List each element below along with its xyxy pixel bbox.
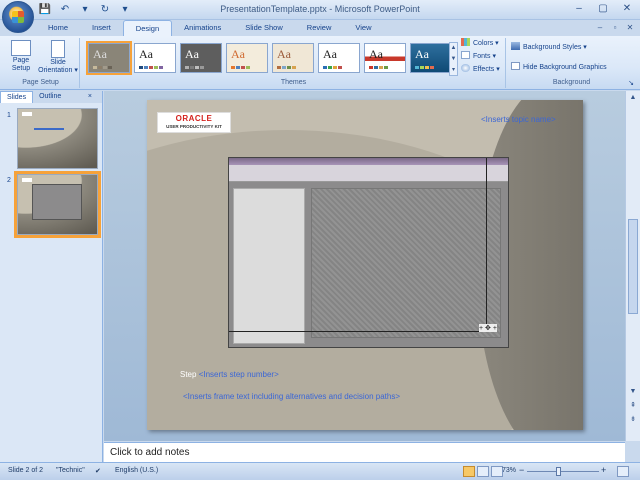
office-button[interactable] xyxy=(2,1,34,33)
title-bar: 💾 ↶ ▾ ↻ ▾ PresentationTemplate.pptx - Mi… xyxy=(0,0,640,20)
minimize-button[interactable]: – xyxy=(568,2,590,17)
colors-button[interactable]: Colors ▾ xyxy=(461,38,499,50)
ribbon-tabs: Home Insert Design Animations Slide Show… xyxy=(36,20,384,36)
doc-close-button[interactable]: ✕ xyxy=(624,22,636,33)
slides-panel: Slides Outline × 1 2 xyxy=(0,91,103,462)
zoom-slider-knob[interactable] xyxy=(556,467,561,476)
colors-icon xyxy=(461,38,470,46)
maximize-button[interactable]: ▢ xyxy=(592,2,614,17)
tab-insert[interactable]: Insert xyxy=(80,20,123,36)
theme-civic[interactable]: Aa xyxy=(318,43,360,73)
theme-equity[interactable]: Aa xyxy=(410,43,452,73)
tab-slides[interactable]: Slides xyxy=(0,91,34,103)
notes-pane[interactable]: Click to add notes xyxy=(104,442,625,462)
slide-count: Slide 2 of 2 xyxy=(8,467,44,474)
status-bar: Slide 2 of 2 "Technic" ✔ English (U.S.) … xyxy=(0,462,640,480)
theme-apex[interactable]: Aa xyxy=(226,43,268,73)
themes-group-label: Themes xyxy=(280,79,307,86)
theme-name: "Technic" xyxy=(56,467,85,474)
slide-orientation-button[interactable]: Slide Orientation ▾ xyxy=(38,38,78,75)
theme-aspect[interactable]: Aa xyxy=(272,43,314,73)
theme-dark[interactable]: Aa xyxy=(180,43,222,73)
slide-thumbnail-2[interactable] xyxy=(14,171,101,238)
theme-concourse[interactable]: Aa xyxy=(364,43,406,73)
tab-outline[interactable]: Outline xyxy=(33,91,67,103)
zoom-out-icon[interactable]: − xyxy=(519,465,524,475)
topic-placeholder[interactable]: <Inserts topic name> xyxy=(481,115,556,124)
scroll-up-icon[interactable]: ▲ xyxy=(628,93,638,103)
zoom-slider[interactable] xyxy=(527,471,599,472)
oracle-logo: ORACLE USER PRODUCTIVITY KIT xyxy=(157,112,231,133)
resize-handles-icon[interactable]: + ✥ + xyxy=(479,324,497,332)
slide-orientation-icon xyxy=(51,40,65,58)
background-group: Background Styles ▾ Hide Background Grap… xyxy=(507,38,636,88)
frame-text-placeholder[interactable]: <Inserts frame text including alternativ… xyxy=(183,392,400,401)
close-panel-icon[interactable]: × xyxy=(82,91,98,103)
office-logo-icon xyxy=(12,11,24,23)
slide-number-2: 2 xyxy=(7,177,11,184)
checkbox-icon xyxy=(511,62,520,70)
window-title: PresentationTemplate.pptx - Microsoft Po… xyxy=(220,4,420,14)
hide-background-graphics-checkbox[interactable]: Hide Background Graphics xyxy=(511,62,607,74)
ribbon: Page Setup Slide Orientation ▾ Page Setu… xyxy=(0,36,640,90)
background-group-label: Background xyxy=(552,79,591,86)
language[interactable]: English (U.S.) xyxy=(115,467,158,474)
tab-design[interactable]: Design xyxy=(122,20,173,36)
window-controls: – ▢ ✕ xyxy=(568,2,638,17)
fonts-button[interactable]: Fonts ▾ xyxy=(461,51,496,63)
tab-review[interactable]: Review xyxy=(295,20,344,36)
slide-canvas[interactable]: ORACLE USER PRODUCTIVITY KIT <Inserts to… xyxy=(147,100,583,430)
tab-home[interactable]: Home xyxy=(36,20,80,36)
doc-restore-button[interactable]: ▫ xyxy=(609,22,621,33)
previous-slide-icon[interactable]: ⇞ xyxy=(628,401,638,411)
next-slide-icon[interactable]: ⇟ xyxy=(628,415,638,425)
theme-gallery-scroll[interactable]: ▲ ▼ ▾ xyxy=(449,42,458,76)
step-placeholder[interactable]: Step <Inserts step number> xyxy=(180,370,279,379)
fit-to-window-icon[interactable] xyxy=(617,466,629,477)
background-dialog-launcher[interactable]: ↘ xyxy=(628,79,634,87)
fonts-icon xyxy=(461,51,470,59)
normal-view-icon[interactable] xyxy=(463,466,475,477)
background-styles-icon xyxy=(511,42,520,50)
page-setup-group-label: Page Setup xyxy=(22,79,59,86)
themes-group: Aa Aa Aa Aa Aa Aa Aa Aa ▲ ▼ ▾ Colors ▾ F… xyxy=(82,38,506,88)
page-setup-icon xyxy=(11,40,31,56)
spellcheck-icon[interactable]: ✔ xyxy=(95,467,101,475)
page-setup-group: Page Setup Slide Orientation ▾ Page Setu… xyxy=(2,38,80,88)
slide-sorter-view-icon[interactable] xyxy=(477,466,489,477)
slide-thumbnail-1[interactable] xyxy=(17,108,98,169)
doc-minimize-button[interactable]: – xyxy=(594,22,606,33)
vertical-scrollbar[interactable]: ▲ ▼ ⇞ ⇟ xyxy=(625,91,640,441)
tab-animations[interactable]: Animations xyxy=(172,20,233,36)
slide-number-1: 1 xyxy=(7,112,11,119)
effects-icon xyxy=(461,64,470,72)
screenshot-frame[interactable]: + ✥ + xyxy=(228,157,509,348)
theme-office[interactable]: Aa xyxy=(134,43,176,73)
close-button[interactable]: ✕ xyxy=(616,2,638,17)
scroll-down-icon[interactable]: ▼ xyxy=(628,387,638,397)
tab-view[interactable]: View xyxy=(343,20,383,36)
document-controls: – ▫ ✕ xyxy=(594,22,636,33)
panel-tabs: Slides Outline × xyxy=(0,91,102,103)
effects-button[interactable]: Effects ▾ xyxy=(461,64,500,76)
zoom-level[interactable]: 73% xyxy=(502,467,516,474)
zoom-in-icon[interactable]: + xyxy=(601,465,606,475)
tab-slide-show[interactable]: Slide Show xyxy=(233,20,295,36)
scrollbar-thumb[interactable] xyxy=(628,219,638,314)
background-styles-button[interactable]: Background Styles ▾ xyxy=(511,42,587,54)
step-number-placeholder: <Inserts step number> xyxy=(198,370,279,379)
theme-technic[interactable]: Aa xyxy=(86,41,132,75)
step-label: Step xyxy=(180,370,197,379)
page-setup-button[interactable]: Page Setup xyxy=(6,38,36,73)
